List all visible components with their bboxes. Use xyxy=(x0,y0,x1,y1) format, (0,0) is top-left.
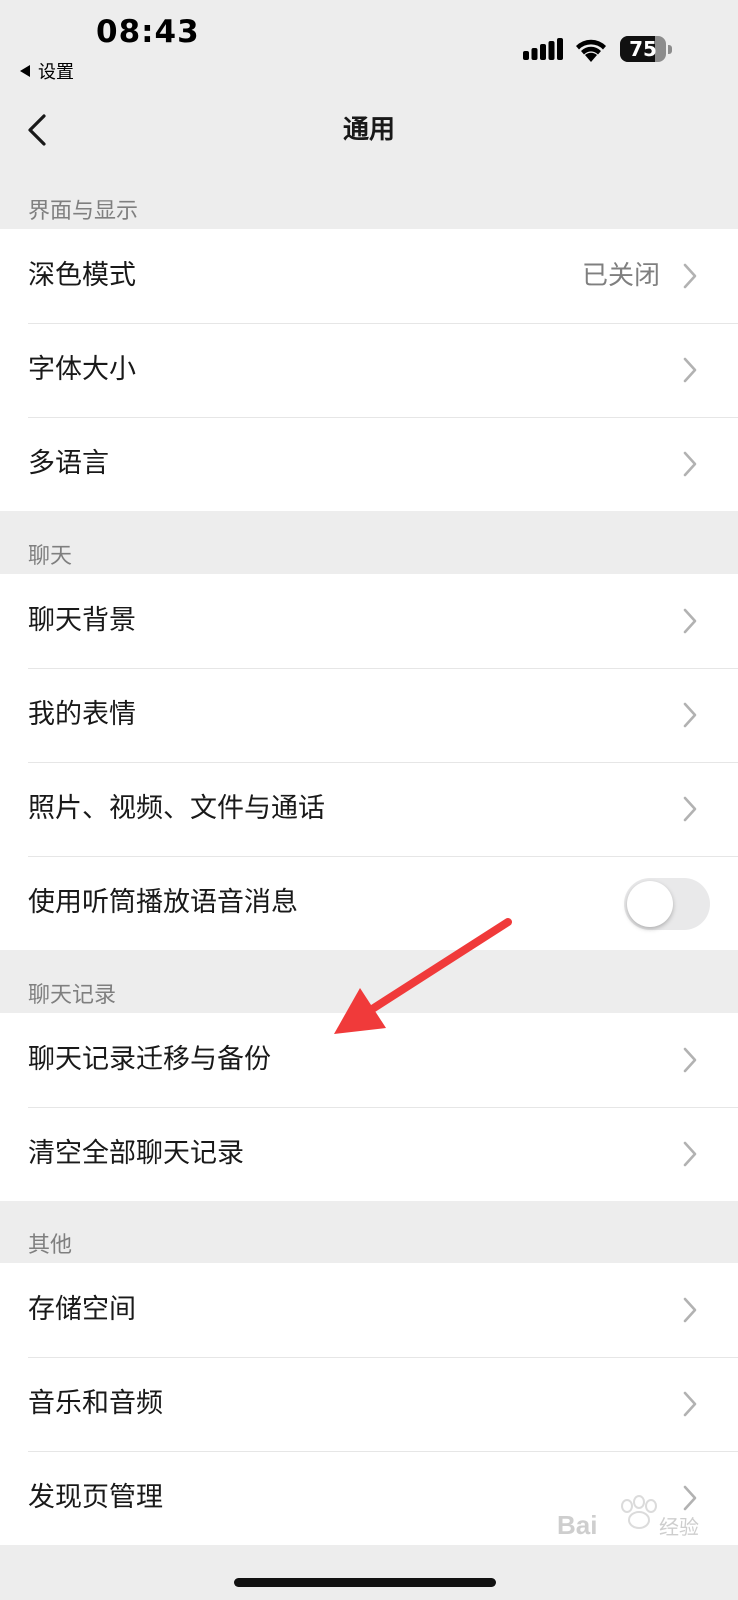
status-time: 08:43 xyxy=(96,14,200,50)
chevron-right-icon xyxy=(683,608,697,634)
row-my-stickers[interactable]: 我的表情 xyxy=(0,668,738,762)
chevron-right-icon xyxy=(683,357,697,383)
earpiece-playback-toggle[interactable] xyxy=(624,878,710,930)
row-media-files-calls[interactable]: 照片、视频、文件与通话 xyxy=(0,762,738,856)
settings-group-display: 深色模式 已关闭 字体大小 多语言 xyxy=(0,229,738,511)
row-dark-mode[interactable]: 深色模式 已关闭 xyxy=(0,229,738,323)
row-label: 使用听筒播放语音消息 xyxy=(28,887,298,918)
row-chat-background[interactable]: 聊天背景 xyxy=(0,574,738,668)
row-label: 聊天记录迁移与备份 xyxy=(28,1044,271,1075)
toggle-knob xyxy=(627,881,673,927)
chevron-right-icon xyxy=(683,1141,697,1167)
row-font-size[interactable]: 字体大小 xyxy=(0,323,738,417)
row-label: 发现页管理 xyxy=(28,1482,163,1513)
chevron-right-icon xyxy=(683,263,697,289)
row-language[interactable]: 多语言 xyxy=(0,417,738,511)
chevron-right-icon xyxy=(683,796,697,822)
row-label: 照片、视频、文件与通话 xyxy=(28,793,325,824)
section-header-display: 界面与显示 xyxy=(28,199,139,224)
navigation-bar: 通用 xyxy=(0,95,738,165)
section-header-other: 其他 xyxy=(28,1233,73,1258)
cellular-signal-icon xyxy=(523,38,563,60)
annotation-arrow-icon xyxy=(334,918,512,1034)
home-indicator[interactable] xyxy=(234,1578,496,1587)
status-bar: 08:43 设置 75 xyxy=(0,0,738,90)
section-header-chat-history: 聊天记录 xyxy=(28,983,117,1008)
back-to-settings-link[interactable]: 设置 xyxy=(20,58,74,84)
row-label: 多语言 xyxy=(28,448,109,479)
chevron-right-icon xyxy=(683,1391,697,1417)
dark-mode-status: 已关闭 xyxy=(581,261,660,291)
row-label: 字体大小 xyxy=(28,354,136,385)
chevron-right-icon xyxy=(683,1297,697,1323)
row-storage[interactable]: 存储空间 xyxy=(0,1263,738,1357)
row-label: 音乐和音频 xyxy=(28,1388,163,1419)
section-header-chat: 聊天 xyxy=(28,544,73,569)
row-label: 聊天背景 xyxy=(28,605,136,636)
back-chevron-icon[interactable] xyxy=(22,107,62,153)
settings-group-chat: 聊天背景 我的表情 照片、视频、文件与通话 使用听筒播放语音消息 xyxy=(0,574,738,950)
back-triangle-icon xyxy=(20,65,30,77)
chevron-right-icon xyxy=(683,702,697,728)
row-clear-chat-history[interactable]: 清空全部聊天记录 xyxy=(0,1107,738,1201)
page-title: 通用 xyxy=(342,115,395,145)
chevron-right-icon xyxy=(683,451,697,477)
row-label: 深色模式 xyxy=(28,260,136,291)
svg-text:经验: 经验 xyxy=(659,1515,699,1539)
back-to-settings-label: 设置 xyxy=(38,62,74,83)
row-label: 清空全部聊天记录 xyxy=(28,1138,244,1169)
battery-indicator: 75 xyxy=(620,36,672,62)
row-label: 存储空间 xyxy=(28,1294,136,1325)
row-music-audio[interactable]: 音乐和音频 xyxy=(0,1357,738,1451)
settings-group-chat-history: 聊天记录迁移与备份 清空全部聊天记录 xyxy=(0,1013,738,1201)
wifi-icon xyxy=(576,39,606,62)
svg-text:Bai: Bai xyxy=(557,1510,597,1540)
row-label: 我的表情 xyxy=(28,699,136,730)
chevron-right-icon xyxy=(683,1047,697,1073)
battery-percent: 75 xyxy=(629,37,657,61)
baidu-watermark-logo: Bai 经验 xyxy=(557,1495,699,1540)
